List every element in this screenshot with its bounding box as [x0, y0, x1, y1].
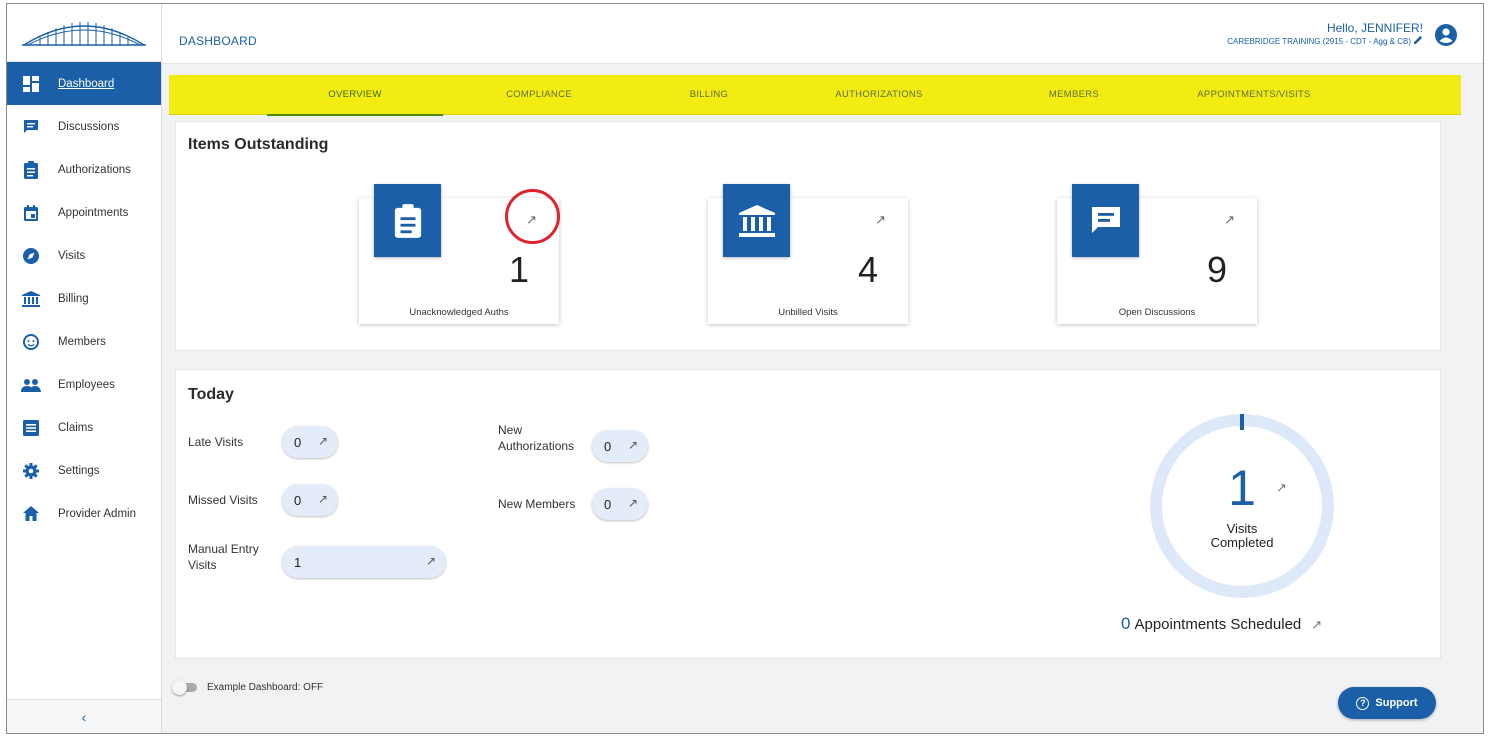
today-panel: Today Late Visits 0 ↗ Missed Visits 0 ↗ Ma… — [175, 369, 1441, 659]
list-icon — [21, 418, 41, 438]
sidebar-item-label: Employees — [58, 378, 115, 391]
clipboard-icon — [21, 160, 41, 180]
bank-icon — [723, 184, 790, 257]
sidebar-item-label: Discussions — [58, 120, 120, 133]
sidebar-item-settings[interactable]: Settings — [7, 449, 161, 492]
open-arrow-icon: ↗ — [317, 492, 328, 506]
open-arrow-icon: ↗ — [317, 434, 328, 448]
toggle-switch[interactable] — [172, 680, 197, 695]
user-info: Hello, JENNIFER! CAREBRIDGE TRAINING (29… — [1227, 21, 1423, 49]
appointments-scheduled-label: Appointments Scheduled — [1134, 616, 1302, 633]
tab-overview[interactable]: OVERVIEW — [267, 75, 443, 116]
sidebar-item-employees[interactable]: Employees — [7, 363, 161, 406]
app-window: Dashboard Discussions Authorizations App… — [6, 3, 1484, 734]
open-arrow-icon: ↗ — [627, 496, 638, 510]
chat-icon — [21, 117, 41, 137]
face-icon — [21, 332, 41, 352]
sidebar-item-label: Appointments — [58, 206, 129, 219]
stat-value: 4 — [857, 249, 878, 290]
tab-compliance[interactable]: COMPLIANCE — [469, 75, 609, 115]
stat-label: Open Discussions — [1118, 307, 1196, 318]
gear-icon — [21, 461, 41, 481]
visits-completed-ring[interactable]: 1 ↗ Visits Completed — [1146, 410, 1338, 602]
sidebar-item-label: Dashboard — [58, 77, 115, 90]
collapse-sidebar-button[interactable]: ‹ — [7, 699, 161, 733]
visits-completed-value: 1 — [1228, 460, 1256, 516]
tab-authorizations[interactable]: AUTHORIZATIONS — [809, 75, 949, 115]
calendar-icon — [21, 203, 41, 223]
sidebar-item-billing[interactable]: Billing — [7, 277, 161, 320]
sidebar-item-label: Claims — [58, 421, 94, 434]
sidebar-item-provider-admin[interactable]: Provider Admin — [7, 492, 161, 535]
late-visits-label: Late Visits — [188, 435, 244, 449]
new-members-chip[interactable]: 0 ↗ — [592, 488, 648, 520]
compass-icon — [21, 246, 41, 266]
manual-entry-label: Manual Entry Visits — [188, 542, 259, 572]
stat-label: Unbilled Visits — [778, 307, 838, 318]
late-visits-chip[interactable]: 0 ↗ — [282, 426, 338, 458]
chevron-left-icon: ‹ — [81, 708, 87, 725]
pencil-icon[interactable] — [1414, 35, 1423, 49]
help-icon: ? — [1356, 696, 1370, 710]
stat-label: Unacknowledged Auths — [409, 307, 509, 318]
sidebar-item-label: Authorizations — [58, 163, 131, 176]
stat-value: 1 — [508, 249, 529, 290]
sidebar-item-label: Members — [58, 335, 106, 348]
missed-visits-chip[interactable]: 0 ↗ — [282, 484, 338, 516]
sidebar-item-authorizations[interactable]: Authorizations — [7, 148, 161, 191]
sidebar-item-label: Visits — [58, 249, 86, 262]
sidebar-item-dashboard[interactable]: Dashboard — [7, 62, 161, 105]
dashboard-tabs: OVERVIEW COMPLIANCE BILLING AUTHORIZATIO… — [169, 75, 1461, 116]
support-label: Support — [1375, 697, 1418, 709]
sidebar-item-discussions[interactable]: Discussions — [7, 105, 161, 148]
bridge-logo[interactable] — [7, 4, 161, 62]
visits-completed-label: Visits Completed — [1210, 521, 1274, 550]
tab-members[interactable]: MEMBERS — [1014, 75, 1134, 115]
clipboard-icon — [374, 184, 441, 257]
open-arrow-icon: ↗ — [627, 438, 638, 452]
new-members-label: New Members — [498, 497, 576, 511]
top-header: DASHBOARD Hello, JENNIFER! CAREBRIDGE TR… — [162, 4, 1483, 64]
dashboard-icon — [21, 74, 41, 94]
sidebar-item-label: Provider Admin — [58, 507, 136, 520]
open-arrow-icon[interactable]: ↗ — [875, 212, 886, 228]
toggle-label: Example Dashboard: OFF — [207, 682, 324, 693]
new-authorizations-label: New Authorizations — [498, 423, 575, 453]
people-icon — [21, 375, 41, 395]
appointments-scheduled[interactable]: 0 Appointments Scheduled ↗ — [1121, 614, 1322, 634]
sidebar-item-visits[interactable]: Visits — [7, 234, 161, 277]
missed-visits-label: Missed Visits — [188, 493, 258, 507]
example-dashboard-toggle[interactable]: Example Dashboard: OFF — [172, 680, 324, 695]
sidebar-item-claims[interactable]: Claims — [7, 406, 161, 449]
unbilled-visits-card[interactable]: ↗ 4 Unbilled Visits — [708, 184, 908, 324]
open-discussions-card[interactable]: ↗ 9 Open Discussions — [1057, 184, 1257, 324]
items-outstanding-panel: Items Outstanding ↗ 1 Unacknowledged Aut… — [175, 121, 1441, 351]
open-arrow-icon: ↗ — [425, 554, 436, 568]
chat-icon — [1072, 184, 1139, 257]
home-icon — [21, 504, 41, 524]
manual-entry-chip[interactable]: 1 ↗ — [282, 546, 446, 578]
appointments-scheduled-value: 0 — [1121, 614, 1131, 633]
highlight-circle — [505, 189, 560, 244]
account-icon[interactable] — [1435, 24, 1457, 46]
stat-value: 9 — [1206, 249, 1227, 290]
sidebar: Dashboard Discussions Authorizations App… — [7, 4, 162, 733]
bank-icon — [21, 289, 41, 309]
items-outstanding-title: Items Outstanding — [188, 136, 329, 153]
open-arrow-icon: ↗ — [1311, 617, 1323, 632]
greeting: Hello, JENNIFER! — [1326, 21, 1423, 35]
sidebar-item-appointments[interactable]: Appointments — [7, 191, 161, 234]
sidebar-item-members[interactable]: Members — [7, 320, 161, 363]
open-arrow-icon[interactable]: ↗ — [1276, 480, 1287, 496]
today-title: Today — [188, 386, 234, 403]
organization-selector[interactable]: CAREBRIDGE TRAINING (2915 - CDT - Agg & … — [1227, 35, 1423, 49]
tab-billing[interactable]: BILLING — [649, 75, 769, 115]
support-button[interactable]: ? Support — [1338, 687, 1436, 719]
open-arrow-icon[interactable]: ↗ — [1224, 212, 1235, 228]
sidebar-item-label: Settings — [58, 464, 100, 477]
tab-appointments-visits[interactable]: APPOINTMENTS/VISITS — [1169, 75, 1339, 115]
new-authorizations-chip[interactable]: 0 ↗ — [592, 430, 648, 462]
page-title: DASHBOARD — [179, 34, 257, 48]
sidebar-item-label: Billing — [58, 292, 89, 305]
